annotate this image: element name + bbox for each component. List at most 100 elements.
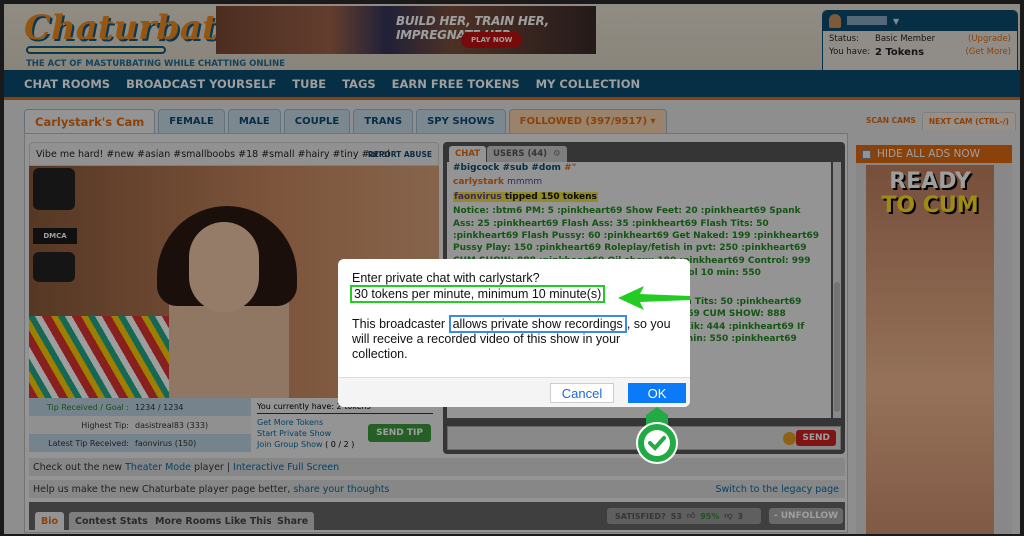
tab-share[interactable]: Share xyxy=(271,512,315,530)
private-show-confirm-dialog: Enter private chat with carlystark? 30 t… xyxy=(338,259,690,407)
note-text: Help us make the new Chaturbate player p… xyxy=(33,483,291,495)
hide-ads-button[interactable]: HIDE ALL ADS NOW xyxy=(856,145,1012,163)
group-show-count: ( 0 / 2 ) xyxy=(325,440,355,449)
upgrade-link[interactable]: (Upgrade) xyxy=(968,34,1011,44)
tip-stats: Tip Received / Goal : 1234 / 1234 Highest… xyxy=(29,398,251,454)
close-icon xyxy=(862,149,871,159)
chat-line: carlystark mmmm xyxy=(453,176,825,188)
tab-bio[interactable]: Bio xyxy=(35,512,65,530)
caret-down-icon[interactable]: ▼ xyxy=(893,17,899,26)
banner-ad[interactable]: BUILD HER, TRAIN HER, IMPREGNATE HER PLA… xyxy=(216,6,596,54)
tokens-value: 2 Tokens xyxy=(875,47,925,58)
stat-row: Latest Tip Received: faonvirus (150) xyxy=(29,434,251,452)
tab-users[interactable]: USERS (44) xyxy=(487,146,554,162)
tipper-username[interactable]: faonvirus xyxy=(454,192,502,202)
watermark-logo xyxy=(33,168,75,210)
interactive-full-screen-link[interactable]: Interactive Full Screen xyxy=(233,462,339,473)
recording-highlight: allows private show recordings xyxy=(448,315,627,333)
chat-username[interactable]: carlystark xyxy=(453,177,504,187)
theater-mode-note: Check out the new Theater Mode player | … xyxy=(29,458,845,476)
tab-followed[interactable]: FOLLOWED (397/9517) ▾ xyxy=(508,109,667,133)
tab-spy-shows[interactable]: SPY SHOWS xyxy=(416,109,506,133)
chat-scrollbar[interactable] xyxy=(833,162,841,418)
username-blurred xyxy=(847,16,887,25)
scrollbar-thumb[interactable] xyxy=(834,282,840,412)
ad-sidebar: HIDE ALL ADS NOW READY TO CUM xyxy=(856,145,1012,534)
nav-tube[interactable]: TUBE xyxy=(292,77,326,91)
annotation-arrow-icon xyxy=(618,286,690,310)
dialog-body-text: This broadcaster xyxy=(352,317,446,331)
nav-tags[interactable]: TAGS xyxy=(342,77,376,91)
emoji-icon[interactable] xyxy=(783,432,796,445)
striped-shirt xyxy=(29,316,169,398)
nav-chat-rooms[interactable]: CHAT ROOMS xyxy=(24,77,110,91)
satisfaction-widget: SATISFIED? 53 👍︎ 95% 👎︎ 3 xyxy=(607,508,761,524)
ad-headline-1: READY xyxy=(889,169,971,194)
satisfaction-percent: 95% xyxy=(700,511,720,521)
user-menu[interactable]: ▼ xyxy=(823,11,1017,31)
feedback-note: Help us make the new Chaturbate player p… xyxy=(29,480,845,498)
room-subject-bar: Vibe me hard! #new #asian #smallboobs #1… xyxy=(29,142,439,166)
chat-hash-end: #" xyxy=(564,163,577,173)
tokens-label: You have: xyxy=(829,47,871,57)
theater-mode-link[interactable]: Theater Mode xyxy=(125,462,191,473)
chat-line: #bigcock #sub #dom #" xyxy=(453,162,825,174)
stat-label: Latest Tip Received: xyxy=(48,438,129,448)
share-thoughts-link[interactable]: share your thoughts xyxy=(293,484,389,495)
watermark-logo-2 xyxy=(33,252,75,282)
note-text: player | xyxy=(193,461,231,473)
tab-male[interactable]: MALE xyxy=(227,109,281,133)
chat-hashtags: #bigcock #sub #dom xyxy=(453,163,561,173)
cancel-button[interactable]: Cancel xyxy=(550,383,614,403)
get-more-link[interactable]: (Get More) xyxy=(965,47,1011,58)
site-header: Chaturbate THE ACT OF MASTURBATING WHILE… xyxy=(4,4,1020,72)
room-tabs: Carlystark's Cam FEMALE MALE COUPLE TRAN… xyxy=(24,109,670,133)
room-subject: Vibe me hard! #new #asian #smallboobs #1… xyxy=(36,148,390,160)
next-cam-link[interactable]: NEXT CAM (CTRL-/) xyxy=(921,112,1016,130)
stat-value: dasistreal83 (333) xyxy=(135,420,209,430)
banner-play-button[interactable]: PLAY NOW xyxy=(461,32,523,48)
main-nav: CHAT ROOMS BROADCAST YOURSELF TUBE TAGS … xyxy=(4,70,1020,100)
status-value: Basic Member xyxy=(875,34,936,44)
join-group-show-link[interactable]: Join Group Show xyxy=(257,440,323,449)
note-text: Check out the new xyxy=(33,461,123,473)
logo-swoosh xyxy=(26,46,166,54)
scan-cams-link[interactable]: SCAN CAMS xyxy=(860,112,922,130)
nav-my-collection[interactable]: MY COLLECTION xyxy=(536,77,640,91)
stat-row: Tip Received / Goal : 1234 / 1234 xyxy=(29,398,251,416)
gear-icon[interactable]: ⚙ xyxy=(547,146,567,162)
legacy-page-link[interactable]: Switch to the legacy page xyxy=(715,484,839,495)
bottom-tabs-bar: Bio Contest Stats More Rooms Like This S… xyxy=(29,502,845,530)
cam-navigation: SCAN CAMS NEXT CAM (CTRL-/) xyxy=(860,112,1016,130)
user-info-box: ▼ Status: Basic Member (Upgrade) You have:… xyxy=(822,10,1018,72)
thumbs-down-icon[interactable]: 👎︎ xyxy=(724,511,732,521)
site-logo[interactable]: Chaturbate xyxy=(24,8,239,48)
send-button[interactable]: SEND xyxy=(796,430,836,446)
stat-value: faonvirus (150) xyxy=(135,438,197,448)
ad-headline-2: TO CUM xyxy=(881,193,979,218)
thumbs-up-count: 53 xyxy=(670,511,682,521)
annotation-check-icon xyxy=(636,407,678,464)
browser-viewport: Chaturbate THE ACT OF MASTURBATING WHILE… xyxy=(4,4,1020,534)
dialog-body: This broadcaster allows private show rec… xyxy=(352,315,672,362)
report-abuse-link[interactable]: REPORT ABUSE xyxy=(368,150,432,159)
tab-current-cam[interactable]: Carlystark's Cam xyxy=(24,109,156,133)
nav-broadcast-yourself[interactable]: BROADCAST YOURSELF xyxy=(126,77,276,91)
unfollow-button[interactable]: - UNFOLLOW xyxy=(769,508,843,524)
ad-image[interactable]: READY TO CUM xyxy=(866,165,994,534)
thumbs-up-icon[interactable]: 👍︎ xyxy=(687,511,695,521)
status-label: Status: xyxy=(829,34,859,44)
user-avatar-icon xyxy=(829,14,841,28)
tab-trans[interactable]: TRANS xyxy=(353,109,414,133)
tab-contest-stats[interactable]: Contest Stats xyxy=(69,512,154,530)
thumbs-down-count: 3 xyxy=(737,511,744,521)
tab-female[interactable]: FEMALE xyxy=(158,109,225,133)
tab-more-rooms[interactable]: More Rooms Like This xyxy=(149,512,278,530)
ok-button[interactable]: OK xyxy=(628,383,686,403)
tab-chat[interactable]: CHAT xyxy=(449,146,487,162)
tab-couple[interactable]: COUPLE xyxy=(283,109,351,133)
nav-earn-free-tokens[interactable]: EARN FREE TOKENS xyxy=(392,77,520,91)
send-tip-button[interactable]: SEND TIP xyxy=(368,424,431,442)
chat-message: mmmm xyxy=(507,177,543,188)
dialog-price-highlight: 30 tokens per minute, minimum 10 minute(… xyxy=(350,285,606,303)
